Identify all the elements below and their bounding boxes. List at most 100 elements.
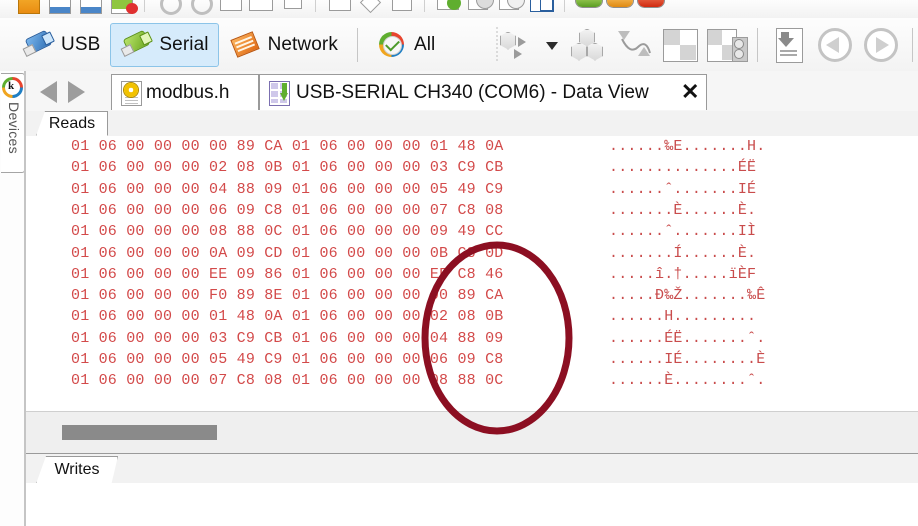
close-icon[interactable]: ✕ xyxy=(681,81,699,103)
window-cascade-icon[interactable] xyxy=(247,0,275,14)
network-chip-icon xyxy=(229,30,261,60)
toolbar-divider xyxy=(757,27,758,62)
reads-hex-dump[interactable]: 01 06 00 00 00 00 89 CA 01 06 00 00 00 0… xyxy=(26,136,918,411)
open-document-icon[interactable] xyxy=(45,0,73,14)
ascii-bytes: ......ˆ.......IÌ xyxy=(609,223,757,241)
checkerboard-device-icon[interactable] xyxy=(704,23,748,67)
toolbar-divider xyxy=(424,0,425,12)
filter-usb-button[interactable]: USB xyxy=(12,23,110,67)
data-view-pane: Reads 01 06 00 00 00 00 89 CA 01 06 00 0… xyxy=(26,111,918,526)
ascii-bytes: ......È........ˆ. xyxy=(609,372,766,390)
horizontal-scrollbar-thumb[interactable] xyxy=(62,425,217,440)
hex-bytes: 01 06 00 00 00 04 88 09 01 06 00 00 00 0… xyxy=(71,180,504,198)
hex-dump-row[interactable]: 01 06 00 00 00 05 49 C9 01 06 00 00 00 0… xyxy=(26,351,918,372)
tab-writes[interactable]: Writes xyxy=(36,456,118,484)
hex-dump-row[interactable]: 01 06 00 00 00 03 C9 CB 01 06 00 00 00 0… xyxy=(26,330,918,351)
panel-split-icon[interactable] xyxy=(325,0,353,14)
tab-modbus-h[interactable]: modbus.h xyxy=(111,74,259,110)
hex-bytes: 01 06 00 00 00 08 88 0C 01 06 00 00 00 0… xyxy=(71,223,504,241)
dock-tab-devices[interactable]: k Devices xyxy=(1,73,25,173)
red-capsule-icon[interactable] xyxy=(636,0,664,14)
capture-dropdown-icon[interactable] xyxy=(496,23,540,67)
hex-dump-row[interactable]: 01 06 00 00 00 01 48 0A 01 06 00 00 00 0… xyxy=(26,308,918,329)
hex-bytes: 01 06 00 00 00 EE 09 86 01 06 00 00 00 E… xyxy=(71,265,504,283)
reads-tab-strip: Reads xyxy=(26,111,918,137)
capture-dropdown-arrow-icon[interactable] xyxy=(542,23,564,67)
packages-icon[interactable] xyxy=(566,23,610,67)
trigger-waveform-icon[interactable] xyxy=(612,23,656,67)
orange-capsule-icon[interactable] xyxy=(605,0,633,14)
filter-network-button[interactable]: Network xyxy=(219,23,348,67)
hex-dump-row[interactable]: 01 06 00 00 00 00 89 CA 01 06 00 00 00 0… xyxy=(26,138,918,159)
capture-tools-group xyxy=(496,18,918,71)
filter-all-label: All xyxy=(413,33,436,55)
disc-icon[interactable] xyxy=(465,0,493,14)
nav-forward-arrow-icon[interactable] xyxy=(68,81,85,103)
link-broken-icon[interactable] xyxy=(185,0,213,15)
hex-dump-row[interactable]: 01 06 00 00 00 04 88 09 01 06 00 00 00 0… xyxy=(26,181,918,202)
save-document-icon[interactable] xyxy=(76,0,104,14)
toolbar-divider xyxy=(144,0,145,12)
toolbar-divider xyxy=(912,27,913,62)
close-document-icon[interactable] xyxy=(107,0,138,14)
toolbar-divider xyxy=(315,0,316,12)
ascii-bytes: ......ˆ.......IÉ xyxy=(609,180,757,198)
tab-data-view-label: USB-SERIAL CH340 (COM6) - Data View xyxy=(296,81,649,103)
check-window-icon[interactable] xyxy=(434,0,462,14)
blue-panel-icon[interactable] xyxy=(527,0,555,14)
hex-dump-row[interactable]: 01 06 00 00 00 06 09 C8 01 06 00 00 00 0… xyxy=(26,202,918,223)
filter-serial-button[interactable]: Serial xyxy=(110,22,219,67)
tab-data-view[interactable]: USB-SERIAL CH340 (COM6) - Data View xyxy=(259,74,707,110)
cursor-icon[interactable] xyxy=(387,0,415,14)
nav-back-arrow-icon[interactable] xyxy=(40,81,57,103)
left-dock: k Devices xyxy=(0,71,26,526)
window-icon[interactable] xyxy=(216,0,244,14)
serial-plug-icon xyxy=(120,29,154,60)
ascii-bytes: .....î.†.....ïÈF xyxy=(609,265,757,283)
panel-icon[interactable] xyxy=(278,0,306,14)
toolbar-divider xyxy=(564,0,565,12)
hex-bytes: 01 06 00 00 00 02 08 0B 01 06 00 00 00 0… xyxy=(71,159,504,177)
hex-dump-row[interactable]: 01 06 00 00 00 08 88 0C 01 06 00 00 00 0… xyxy=(26,223,918,244)
ascii-bytes: ......‰E.......H. xyxy=(609,138,766,155)
ascii-bytes: ......ÉË.......ˆ. xyxy=(609,329,766,347)
play-icon[interactable] xyxy=(859,23,903,67)
save-document-icon[interactable] xyxy=(767,23,811,67)
device-filter-toolbar: USB Serial Network All xyxy=(0,18,918,72)
hex-dump-row[interactable]: 01 06 00 00 00 0A 09 CD 01 06 00 00 00 0… xyxy=(26,245,918,266)
checkerboard-icon[interactable] xyxy=(658,23,702,67)
dock-tab-devices-label: Devices xyxy=(6,102,22,154)
hex-bytes: 01 06 00 00 00 03 C9 CB 01 06 00 00 00 0… xyxy=(71,329,504,347)
disc-blank-icon[interactable] xyxy=(496,0,524,14)
document-tab-bar: modbus.h USB-SERIAL CH340 (COM6) - Data … xyxy=(26,71,918,112)
data-view-window: USB Serial Network All k Devices modbus.… xyxy=(0,0,918,526)
tab-modbus-h-label: modbus.h xyxy=(146,81,230,103)
hex-dump-row[interactable]: 01 06 00 00 00 F0 89 8E 01 06 00 00 00 0… xyxy=(26,287,918,308)
link-icon[interactable] xyxy=(154,0,182,15)
hex-dump-row[interactable]: 01 06 00 00 00 07 C8 08 01 06 00 00 00 0… xyxy=(26,372,918,393)
filter-usb-label: USB xyxy=(61,33,101,55)
hex-dump-row[interactable]: 01 06 00 00 00 EE 09 86 01 06 00 00 00 E… xyxy=(26,266,918,287)
tab-reads[interactable]: Reads xyxy=(36,111,108,136)
hex-bytes: 01 06 00 00 00 00 89 CA 01 06 00 00 00 0… xyxy=(71,138,504,155)
source-file-gear-icon xyxy=(121,80,142,106)
usb-plug-icon xyxy=(22,29,55,60)
data-view-icon xyxy=(269,80,292,106)
green-capsule-icon[interactable] xyxy=(574,0,602,14)
new-document-icon[interactable] xyxy=(14,0,42,14)
ascii-bytes: ......H......... xyxy=(609,308,757,326)
hex-dump-row[interactable]: 01 06 00 00 00 02 08 0B 01 06 00 00 00 0… xyxy=(26,159,918,180)
filter-all-button[interactable]: All xyxy=(367,23,445,67)
horizontal-scrollbar-track[interactable] xyxy=(26,411,918,454)
ascii-bytes: .......Í......È. xyxy=(609,244,757,262)
ascii-bytes: .....Ð‰Ž.......‰Ê xyxy=(609,287,766,305)
ascii-bytes: .......È......È. xyxy=(609,201,757,219)
diamond-icon[interactable] xyxy=(356,0,384,14)
hex-bytes: 01 06 00 00 00 01 48 0A 01 06 00 00 00 0… xyxy=(71,308,504,326)
tab-nav-arrows[interactable] xyxy=(38,77,98,105)
step-back-icon[interactable] xyxy=(813,23,857,67)
toolbar-divider xyxy=(356,27,358,62)
writes-tab-strip: Writes xyxy=(26,453,918,485)
hex-bytes: 01 06 00 00 00 07 C8 08 01 06 00 00 00 0… xyxy=(71,372,504,390)
writes-hex-dump[interactable] xyxy=(26,483,918,526)
